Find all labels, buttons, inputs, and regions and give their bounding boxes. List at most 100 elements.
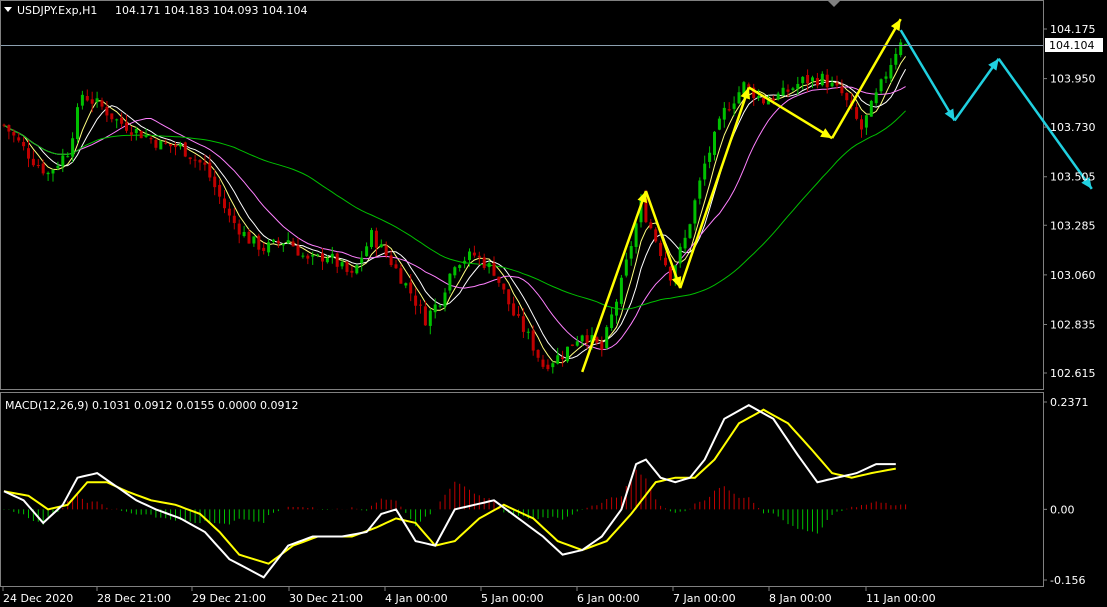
candle-body	[855, 107, 859, 119]
candle-body	[414, 295, 418, 306]
candle-body	[188, 157, 192, 160]
price-tick-label: 103.730	[1050, 121, 1096, 134]
candle-body	[178, 144, 182, 147]
candle-body	[605, 327, 609, 349]
candle-body	[330, 253, 334, 258]
candle-body	[531, 330, 535, 351]
candle-body	[31, 158, 35, 166]
candle-body	[600, 341, 604, 350]
candle-body	[306, 255, 310, 259]
candle-body	[423, 306, 427, 326]
candle-body	[737, 92, 741, 104]
candle-body	[335, 253, 339, 267]
symbol-label: USDJPY.Exp,H1	[17, 4, 97, 17]
candle-body	[2, 124, 6, 126]
candle-body	[311, 254, 315, 257]
candle-body	[722, 107, 726, 120]
candle-body	[174, 145, 177, 148]
candle-body	[213, 176, 217, 188]
candle-body	[198, 160, 202, 163]
macd-tick-label: 0.2371	[1050, 396, 1089, 409]
candle-body	[262, 247, 266, 251]
candle-body	[659, 242, 663, 257]
candle-body	[428, 310, 432, 326]
candle-body	[727, 109, 731, 111]
time-tick-label: 8 Jan 00:00	[769, 592, 832, 605]
candle-body	[595, 337, 599, 343]
candle-body	[453, 267, 457, 276]
candle-body	[482, 257, 486, 268]
candle-body	[80, 94, 84, 106]
candle-body	[316, 254, 320, 256]
candle-body	[384, 245, 388, 256]
candle-body	[781, 87, 785, 96]
candle-body	[806, 75, 810, 84]
candle-body	[71, 138, 75, 157]
candle-body	[732, 103, 736, 109]
candle-body	[374, 230, 378, 248]
time-tick-label: 24 Dec 2020	[3, 592, 73, 605]
candle-body	[46, 172, 50, 175]
candle-body	[845, 93, 849, 101]
candle-body	[472, 252, 476, 256]
candle-body	[894, 53, 898, 65]
candle-body	[786, 89, 790, 92]
price-tick-label: 102.615	[1050, 367, 1096, 380]
candle-body	[580, 335, 584, 342]
candle-body	[517, 314, 520, 316]
candle-body	[678, 246, 682, 264]
price-tick-label: 104.175	[1050, 23, 1096, 36]
candle-body	[433, 304, 437, 313]
candle-body	[835, 82, 839, 86]
candle-body	[708, 152, 712, 162]
price-tick-label: 102.835	[1050, 318, 1096, 331]
candle-body	[409, 282, 413, 294]
candle-body	[379, 244, 383, 248]
candle-body	[683, 237, 687, 249]
time-tick-label: 5 Jan 00:00	[481, 592, 544, 605]
trading-chart: 104.175 103.950 103.730 103.505 103.285 103.0…	[0, 0, 1107, 607]
candle-body	[345, 261, 349, 272]
candle-body	[12, 131, 16, 136]
candle-body	[904, 43, 908, 45]
candle-body	[144, 136, 148, 138]
candle-body	[825, 74, 829, 88]
candle-body	[291, 241, 295, 247]
candle-body	[791, 88, 795, 90]
candle-body	[693, 200, 697, 224]
candle-body	[272, 239, 275, 242]
time-tick-label: 29 Dec 21:00	[192, 592, 266, 605]
candle-body	[110, 113, 114, 120]
candle-body	[183, 142, 187, 157]
candle-body	[688, 224, 692, 238]
candle-body	[17, 137, 21, 141]
candle-body	[762, 97, 765, 104]
candle-body	[193, 159, 197, 161]
current-price-label: 104.104	[1049, 39, 1095, 52]
candle-body	[56, 165, 60, 169]
macd-tick-label: 0.00	[1050, 503, 1075, 516]
candle-body	[301, 255, 305, 257]
candle-body	[208, 162, 212, 178]
candle-body	[232, 215, 236, 224]
candle-body	[296, 245, 300, 256]
candle-body	[634, 223, 638, 247]
time-tick-label: 6 Jan 00:00	[577, 592, 640, 605]
candle-body	[149, 137, 153, 140]
candle-body	[541, 359, 545, 367]
candle-body	[76, 107, 79, 140]
macd-tick-label: -0.156	[1050, 574, 1085, 587]
candle-body	[654, 229, 658, 242]
candle-body	[575, 341, 579, 346]
candle-body	[776, 93, 780, 100]
candle-body	[649, 222, 653, 229]
candle-body	[713, 131, 716, 155]
candle-body	[115, 119, 119, 121]
candle-body	[139, 131, 143, 139]
time-tick-label: 7 Jan 00:00	[673, 592, 736, 605]
candle-body	[242, 231, 246, 237]
price-tick-label: 103.060	[1050, 269, 1096, 282]
candle-body	[879, 79, 883, 92]
candle-body	[497, 276, 501, 283]
candle-body	[22, 141, 26, 147]
